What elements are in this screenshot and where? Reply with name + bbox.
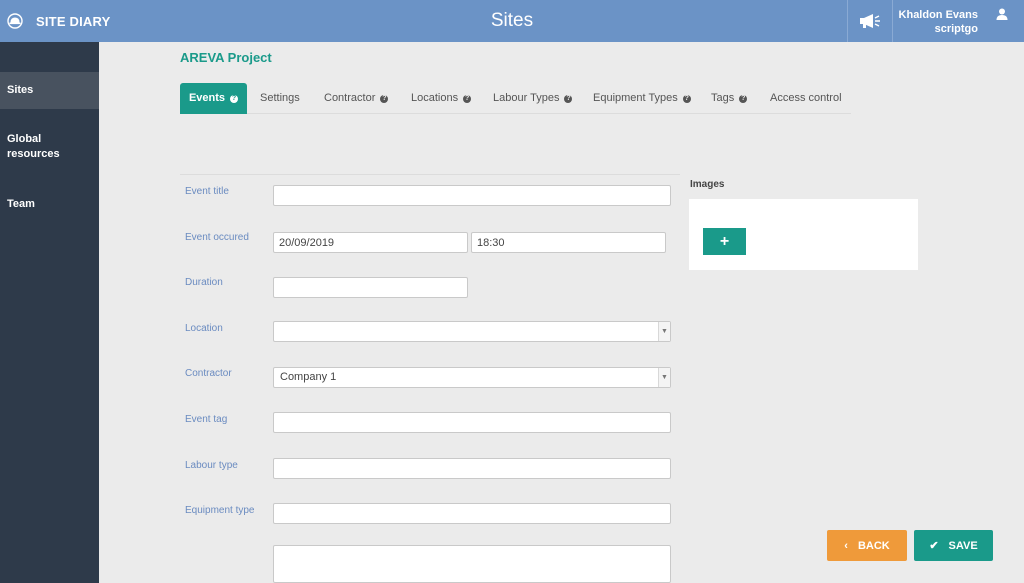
megaphone-icon [860, 14, 880, 28]
contractor-select[interactable]: Company 1 ▼ [273, 367, 671, 388]
labour-type-input[interactable] [273, 458, 671, 479]
user-icon [996, 8, 1008, 20]
back-label: BACK [857, 539, 890, 552]
sidebar-item-label: Global resources [7, 133, 60, 160]
save-label: SAVE [948, 539, 978, 552]
location-select[interactable]: ▼ [273, 321, 671, 342]
brand[interactable]: SITE DIARY [0, 0, 110, 42]
tab-label: Events [188, 92, 226, 104]
chevron-down-icon: ▼ [658, 322, 670, 341]
event-title-input[interactable] [273, 185, 671, 206]
check-icon: ✔ [929, 540, 939, 552]
tab-labour-types[interactable]: Labour Types? [493, 83, 573, 114]
top-bar: SITE DIARY Sites Khaldon Evans scriptgo [0, 0, 1024, 42]
sidebar: Sites Global resources Team [0, 42, 99, 583]
project-title: AREVA Project [180, 50, 272, 65]
tab-bar: Events? Settings Contractor? Locations? … [180, 83, 851, 114]
tab-label: Settings [260, 92, 300, 104]
images-label: Images [690, 179, 725, 190]
user-menu[interactable]: Khaldon Evans scriptgo [893, 0, 1024, 42]
duration-input[interactable] [273, 277, 468, 298]
description-textarea[interactable] [273, 545, 671, 583]
help-icon: ? [463, 94, 472, 103]
help-icon: ? [564, 94, 573, 103]
brand-name: SITE DIARY [36, 13, 111, 29]
form-divider [180, 174, 680, 175]
sidebar-item-sites[interactable]: Sites [0, 72, 99, 109]
equipment-type-label: Equipment type [185, 505, 255, 516]
tab-label: Contractor [324, 92, 376, 104]
tab-equipment-types[interactable]: Equipment Types? [593, 83, 691, 114]
help-icon: ? [682, 94, 691, 103]
tab-label: Labour Types [493, 92, 560, 104]
save-button[interactable]: ✔ SAVE [914, 530, 993, 561]
event-tag-label: Event tag [185, 414, 228, 425]
event-time-input[interactable] [471, 232, 666, 253]
helmet-icon [7, 13, 23, 29]
contractor-label: Contractor [185, 368, 232, 379]
location-label: Location [185, 323, 223, 334]
tab-contractor[interactable]: Contractor? [324, 83, 389, 114]
sidebar-item-team[interactable]: Team [0, 197, 99, 212]
tab-label: Locations [411, 92, 459, 104]
sidebar-item-label: Sites [7, 84, 34, 96]
tab-label: Tags [711, 92, 735, 104]
user-org: scriptgo [934, 23, 978, 35]
tab-tags[interactable]: Tags? [711, 83, 748, 114]
event-occured-label: Event occured [185, 232, 249, 243]
help-icon: ? [380, 94, 389, 103]
event-date-input[interactable] [273, 232, 468, 253]
chevron-down-icon: ▼ [658, 368, 670, 387]
tab-locations[interactable]: Locations? [411, 83, 472, 114]
tab-settings[interactable]: Settings [260, 83, 300, 114]
sidebar-item-global-resources[interactable]: Global resources [0, 132, 70, 162]
tab-label: Access control [770, 92, 842, 104]
event-title-label: Event title [185, 186, 229, 197]
equipment-type-input[interactable] [273, 503, 671, 524]
help-icon: ? [230, 94, 239, 103]
tab-events[interactable]: Events? [180, 83, 247, 114]
back-button[interactable]: ‹ BACK [827, 530, 907, 561]
images-panel: + [689, 199, 918, 270]
tab-access-control[interactable]: Access control [770, 83, 842, 114]
announcements-button[interactable] [847, 0, 893, 42]
contractor-value: Company 1 [280, 371, 337, 383]
help-icon: ? [739, 94, 748, 103]
duration-label: Duration [185, 277, 223, 288]
tab-label: Equipment Types [593, 92, 678, 104]
user-name: Khaldon Evans [898, 9, 978, 21]
chevron-left-icon: ‹ [844, 539, 848, 552]
sidebar-item-label: Team [7, 198, 35, 210]
labour-type-label: Labour type [185, 460, 238, 471]
add-image-button[interactable]: + [703, 228, 746, 255]
event-tag-input[interactable] [273, 412, 671, 433]
